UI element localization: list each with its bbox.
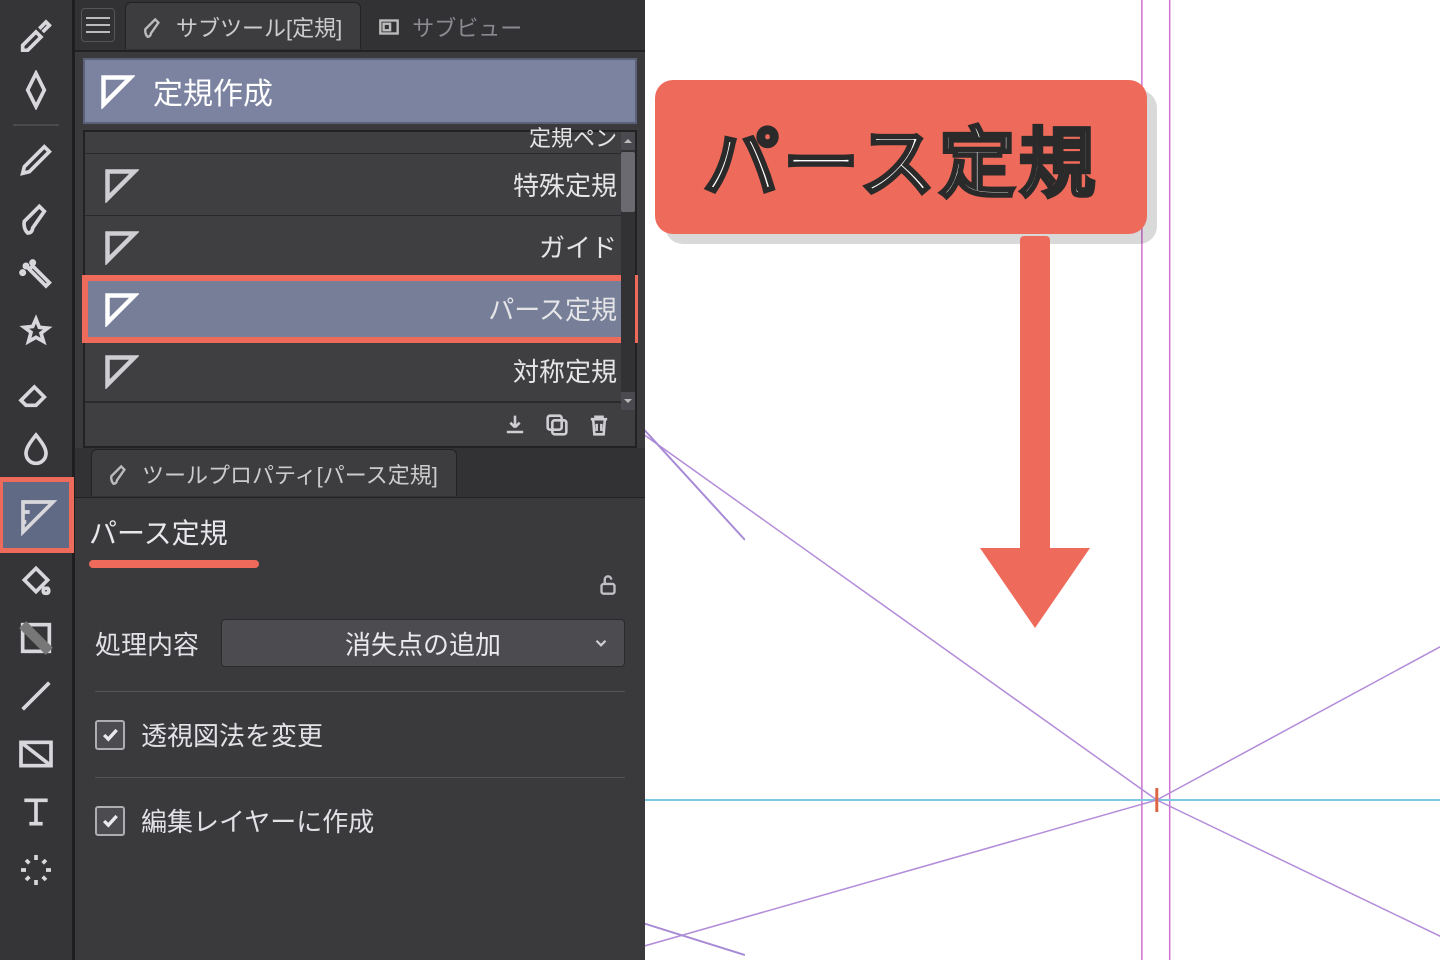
- eyedropper-icon: [16, 12, 56, 52]
- subtool-list: 定規ペン 特殊定規 ガイド パース定規 対称定規: [83, 130, 637, 448]
- process-dropdown-value: 消失点の追加: [345, 625, 501, 662]
- subtool-item-perspective-ruler[interactable]: パース定規: [85, 278, 635, 340]
- pen-icon: [16, 140, 56, 180]
- ruler-icon: [103, 229, 139, 265]
- tab-subtool[interactable]: サブツール[定規]: [125, 2, 361, 49]
- duplicate-icon[interactable]: [543, 411, 571, 439]
- scrollbar-up[interactable]: [621, 132, 635, 150]
- frame-tool[interactable]: [8, 726, 64, 782]
- annotation-connector: [645, 900, 745, 960]
- eraser-tool[interactable]: [8, 364, 64, 420]
- unlock-icon[interactable]: [595, 572, 621, 605]
- brush-icon: [16, 198, 56, 238]
- divider: [95, 691, 625, 692]
- correct-line-tool[interactable]: [8, 62, 64, 118]
- ruler-icon: [99, 73, 135, 109]
- separator: [13, 124, 59, 126]
- tab-tool-property-label: ツールプロパティ[パース定規]: [142, 458, 438, 490]
- ruler-icon: [18, 497, 54, 533]
- light-tool[interactable]: [8, 842, 64, 898]
- tab-tool-property[interactable]: ツールプロパティ[パース定規]: [91, 449, 457, 496]
- process-dropdown[interactable]: 消失点の追加: [221, 619, 625, 667]
- decoration-tool[interactable]: [8, 306, 64, 362]
- ruler-icon: [103, 291, 139, 327]
- ruler-icon: [103, 167, 139, 203]
- field-process: 処理内容 消失点の追加: [95, 619, 625, 667]
- canvas[interactable]: パース定規: [645, 0, 1440, 960]
- brush-icon: [106, 461, 132, 487]
- chevron-down-icon: [592, 628, 610, 659]
- tool-strip: [0, 0, 75, 960]
- ruler-tool[interactable]: [1, 480, 71, 550]
- subtool-item-symmetry-ruler[interactable]: 対称定規: [85, 340, 635, 402]
- nib-icon: [16, 70, 56, 110]
- checkbox-change-perspective-label: 透視図法を変更: [141, 716, 323, 753]
- subview-icon: [376, 14, 402, 40]
- text-icon: [16, 792, 56, 832]
- subtool-group-label: 定規作成: [153, 69, 273, 113]
- tool-property-body: 処理内容 消失点の追加 透視図法を変更 編集レイヤーに作成: [75, 605, 645, 839]
- subtool-item-ruler-pen[interactable]: 定規ペン: [85, 132, 635, 154]
- subtool-tab-row: サブツール[定規] サブビュー: [75, 0, 645, 52]
- tool-property-title: パース定規: [75, 498, 645, 552]
- lock-row: [75, 568, 645, 605]
- scrollbar-thumb[interactable]: [621, 152, 635, 212]
- checkbox-change-perspective[interactable]: 透視図法を変更: [95, 716, 625, 753]
- tool-property-tab-row: ツールプロパティ[パース定規]: [75, 448, 645, 498]
- ruler-icon: [103, 353, 139, 389]
- annotation-callout-text: パース定規: [703, 122, 1099, 207]
- panels-column: サブツール[定規] サブビュー 定規作成 定規ペン 特殊定規 ガイド パース定規…: [75, 0, 645, 960]
- trash-icon[interactable]: [585, 411, 613, 439]
- tab-subview-label: サブビュー: [412, 11, 522, 43]
- blend-icon: [16, 430, 56, 470]
- decoration-icon: [16, 314, 56, 354]
- frame-icon: [16, 734, 56, 774]
- light-icon: [16, 850, 56, 890]
- gradient-tool[interactable]: [8, 610, 64, 666]
- pen-tool[interactable]: [8, 132, 64, 188]
- gradient-icon: [16, 618, 56, 658]
- subtool-group-header[interactable]: 定規作成: [83, 58, 637, 124]
- checkbox-icon: [95, 806, 125, 836]
- checkbox-create-on-edit-layer[interactable]: 編集レイヤーに作成: [95, 802, 625, 839]
- annotation-connector: [645, 360, 745, 560]
- subtool-item-guide[interactable]: ガイド: [85, 216, 635, 278]
- subtool-item-special-ruler[interactable]: 特殊定規: [85, 154, 635, 216]
- brush-tool[interactable]: [8, 190, 64, 246]
- annotation-callout: パース定規: [655, 80, 1147, 234]
- figure-tool[interactable]: [8, 668, 64, 724]
- subtool-list-actions: [85, 402, 635, 446]
- eyedropper-tool[interactable]: [8, 4, 64, 60]
- scrollbar-down[interactable]: [621, 392, 635, 410]
- tab-subtool-label: サブツール[定規]: [176, 11, 342, 43]
- tab-subview[interactable]: サブビュー: [361, 2, 541, 49]
- airbrush-tool[interactable]: [8, 248, 64, 304]
- blend-tool[interactable]: [8, 422, 64, 478]
- checkbox-icon: [95, 720, 125, 750]
- airbrush-icon: [16, 256, 56, 296]
- annotation-arrow: [990, 236, 1080, 656]
- divider: [95, 777, 625, 778]
- eraser-icon: [16, 372, 56, 412]
- annotation-underline: [89, 560, 259, 568]
- line-icon: [16, 676, 56, 716]
- field-process-label: 処理内容: [95, 625, 199, 662]
- fill-tool[interactable]: [8, 552, 64, 608]
- text-tool[interactable]: [8, 784, 64, 840]
- download-icon[interactable]: [501, 411, 529, 439]
- brush-icon: [140, 14, 166, 40]
- panel-menu-button[interactable]: [81, 8, 115, 42]
- checkbox-create-on-edit-layer-label: 編集レイヤーに作成: [141, 802, 374, 839]
- bucket-icon: [16, 560, 56, 600]
